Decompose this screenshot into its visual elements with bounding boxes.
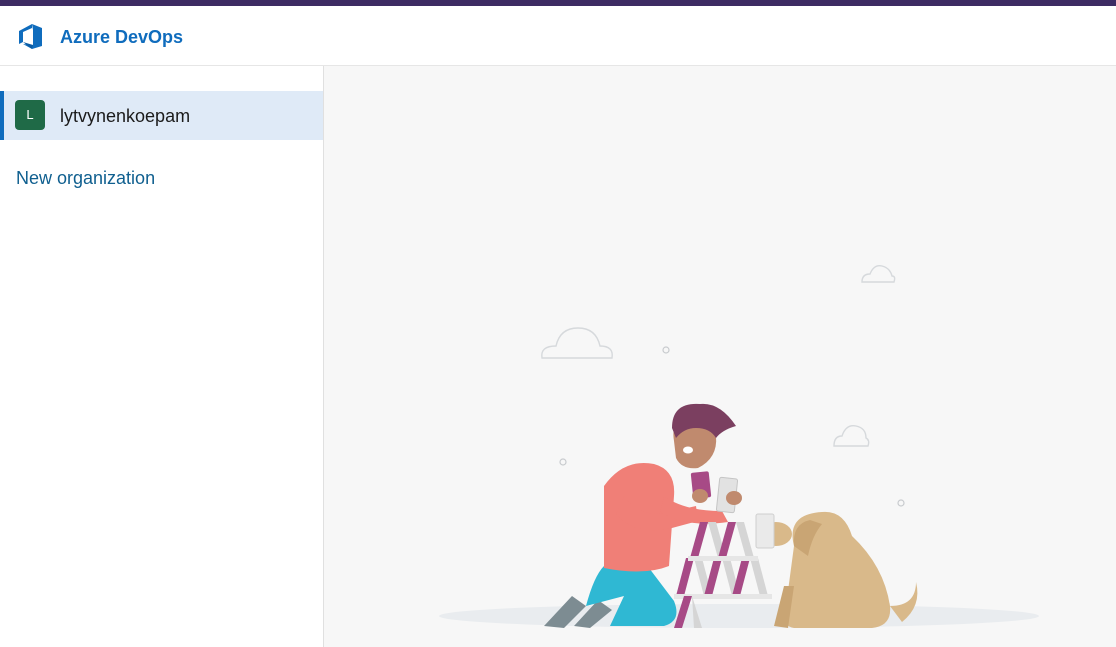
selection-indicator [0, 91, 4, 140]
cloud-icon [833, 425, 870, 447]
header-bar: Azure DevOps [0, 6, 1116, 66]
new-organization-link[interactable]: New organization [16, 167, 155, 189]
sidebar: L lytvynenkoepam New organization [0, 66, 324, 647]
brand-title[interactable]: Azure DevOps [60, 26, 183, 48]
organization-item[interactable]: L lytvynenkoepam [0, 91, 323, 140]
azure-devops-logo-icon[interactable] [16, 22, 45, 51]
house-of-cards-illustration [439, 264, 1039, 628]
cloud-icon [861, 264, 896, 283]
main-content [324, 66, 1116, 647]
organization-name: lytvynenkoepam [60, 106, 191, 126]
organization-avatar: L [15, 100, 45, 130]
cloud-icon [541, 327, 613, 359]
